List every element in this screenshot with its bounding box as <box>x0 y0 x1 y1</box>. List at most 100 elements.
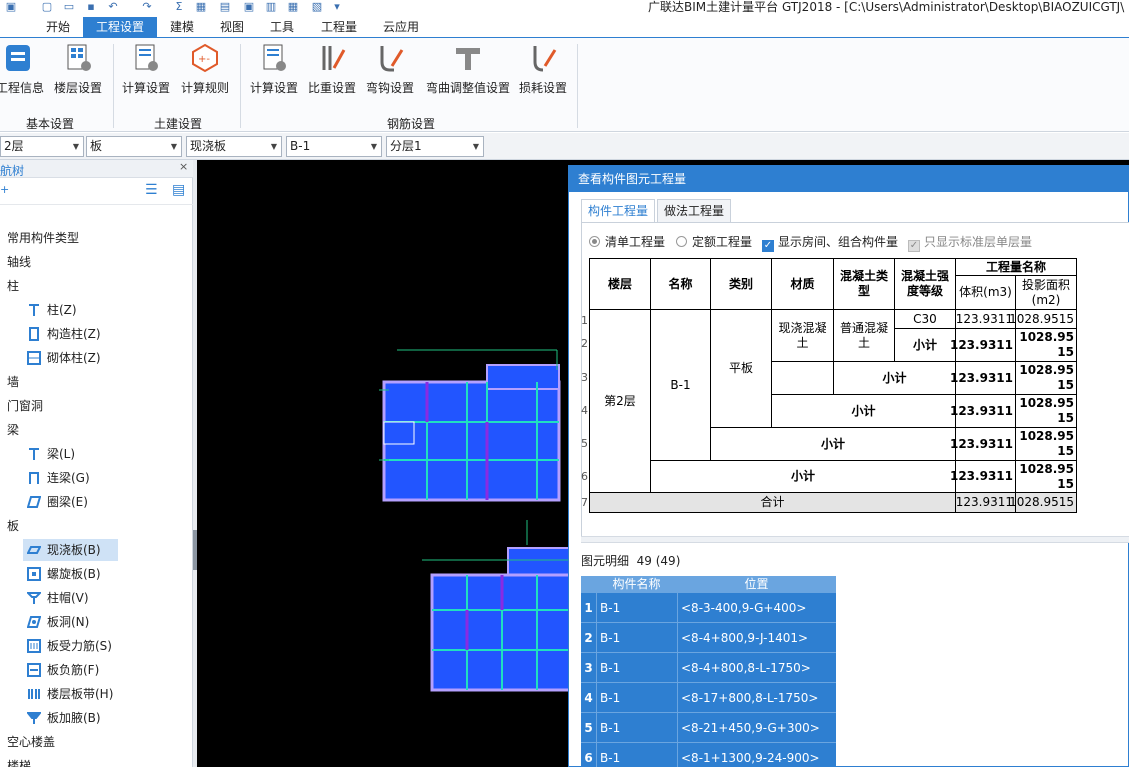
column-cap-icon <box>25 590 43 604</box>
view-icon[interactable]: ▣ <box>242 0 256 14</box>
rebar-calc-settings-button[interactable]: 计算设置 <box>248 42 300 100</box>
cell-total-volume: 123.9311 <box>955 492 1016 513</box>
list-quantity-radio[interactable]: 清单工程量 <box>589 233 665 250</box>
tab-start[interactable]: 开始 <box>33 17 83 37</box>
group-rebar-settings: 钢筋设置 <box>386 117 435 131</box>
tool-icon[interactable]: ▧ <box>310 0 324 14</box>
component-name-select[interactable]: B-1 ▼ <box>286 136 382 157</box>
tab-cloud[interactable]: 云应用 <box>376 17 426 37</box>
new-file-icon[interactable]: ▢ <box>40 0 54 14</box>
nav-item-wall[interactable]: 墙 <box>7 371 19 393</box>
customize-dropdown-icon[interactable]: ▾ <box>330 0 344 14</box>
nav-item-door-window[interactable]: 门窗洞 <box>7 395 43 417</box>
grid-cell-position[interactable]: <8-17+800,8-L-1750> <box>677 683 836 713</box>
grid-cell-name[interactable]: B-1 <box>596 653 677 683</box>
cell-concrete-type: 普通混凝土 <box>833 309 895 362</box>
tab-method-quantity[interactable]: 做法工程量 <box>657 199 731 222</box>
nav-item-link-beam[interactable]: 连梁(G) <box>27 467 90 489</box>
grid-cell-name[interactable]: B-1 <box>596 623 677 653</box>
close-icon[interactable]: × <box>179 160 188 173</box>
nav-item-cast-slab[interactable]: 现浇板(B) <box>23 539 118 561</box>
tab-component-quantity[interactable]: 构件工程量 <box>581 199 655 222</box>
layer-select[interactable]: 分层1 ▼ <box>386 136 484 157</box>
quota-quantity-radio[interactable]: 定额工程量 <box>676 233 752 250</box>
slab-haunch-icon <box>25 710 43 724</box>
spiral-slab-icon <box>27 566 41 581</box>
save-icon[interactable]: ▪ <box>84 0 98 14</box>
cell-total-area: 1028.9515 <box>1009 492 1077 513</box>
app-logo-icon: ▣ <box>5 0 17 13</box>
tab-quantity[interactable]: 工程量 <box>312 17 366 37</box>
grid-cell-name[interactable]: B-1 <box>596 743 677 767</box>
link-beam-icon <box>27 470 41 484</box>
nav-item-slab-main-rebar[interactable]: 板受力筋(S) <box>27 635 112 657</box>
nav-item-slab-negative-rebar[interactable]: 板负筋(F) <box>27 659 99 681</box>
nav-item-stairs[interactable]: 楼梯 <box>7 755 31 767</box>
open-file-icon[interactable]: ▭ <box>62 0 76 14</box>
tab-tools[interactable]: 工具 <box>260 17 304 37</box>
hook-settings-button[interactable]: 弯钩设置 <box>364 42 416 100</box>
floor-settings-button[interactable]: 楼层设置 <box>52 42 104 100</box>
nav-item-column-cap[interactable]: 柱帽(V) <box>25 587 89 609</box>
grid-cell-name[interactable]: B-1 <box>596 713 677 743</box>
quantity-icon[interactable]: ▦ <box>194 0 208 14</box>
grid-cell-position[interactable]: <8-3-400,9-G+400> <box>677 593 836 623</box>
nav-item-floor-band[interactable]: 楼层板带(H) <box>27 683 113 705</box>
floor-settings-icon <box>62 42 94 74</box>
sum-icon[interactable]: Σ <box>172 0 186 14</box>
cell-subtotal-concrete: 小计 <box>833 361 956 395</box>
tab-view[interactable]: 视图 <box>210 17 254 37</box>
list-view-icon[interactable]: ☰ <box>145 182 158 198</box>
add-icon[interactable]: + <box>0 183 9 196</box>
tab-modeling[interactable]: 建模 <box>160 17 204 37</box>
cell-subtotal-name: 小计 <box>650 460 956 493</box>
grid-cell-name[interactable]: B-1 <box>596 683 677 713</box>
nav-item-hollow-floor[interactable]: 空心楼盖 <box>7 731 55 753</box>
bend-adjust-settings-button[interactable]: 弯曲调整值设置 <box>422 42 514 100</box>
show-room-checkbox[interactable]: ✓ 显示房间、组合构件量 <box>762 233 898 252</box>
calc-rules-button[interactable]: +- 计算规则 <box>178 42 232 100</box>
nav-item-beam-group[interactable]: 梁 <box>7 419 19 441</box>
nav-item-beam[interactable]: 梁(L) <box>27 443 75 465</box>
nav-item-constructional-column[interactable]: 构造柱(Z) <box>27 323 101 345</box>
redo-icon[interactable]: ↷ <box>140 0 154 14</box>
nav-item-slab-hole[interactable]: 板洞(N) <box>26 611 89 633</box>
grid-row-number: 3 <box>581 653 596 683</box>
calc-settings-icon <box>130 42 162 74</box>
cell-subtotal-volume: 123.9311 <box>950 460 1016 493</box>
grid-icon[interactable]: ▦ <box>286 0 300 14</box>
nav-item-spiral-slab[interactable]: 螺旋板(B) <box>27 563 101 585</box>
undo-icon[interactable]: ↶ <box>106 0 120 14</box>
loss-settings-button[interactable]: 损耗设置 <box>516 42 570 100</box>
civil-calc-settings-button[interactable]: 计算设置 <box>120 42 172 100</box>
nav-item-axis[interactable]: 轴线 <box>7 251 31 273</box>
check-icon[interactable]: ▥ <box>264 0 278 14</box>
grid-cell-position[interactable]: <8-4+800,8-L-1750> <box>677 653 836 683</box>
header-volume: 体积(m3) <box>955 275 1016 310</box>
grid-cell-name[interactable]: B-1 <box>596 593 677 623</box>
grid-header-name[interactable]: 构件名称 <box>596 576 677 593</box>
nav-item-masonry-column[interactable]: 砌体柱(Z) <box>27 347 101 369</box>
nav-item-slab-haunch[interactable]: 板加腋(B) <box>25 707 101 729</box>
nav-item-ring-beam[interactable]: 圈梁(E) <box>26 491 88 513</box>
floor-select[interactable]: 2层 ▼ <box>0 136 84 157</box>
row-number: 4 <box>581 404 588 417</box>
tree-view-icon[interactable]: ▤ <box>172 182 185 198</box>
nav-item-common-types[interactable]: 常用构件类型 <box>7 227 79 249</box>
nav-item-slab-group[interactable]: 板 <box>7 515 19 537</box>
dialog-splitter[interactable] <box>581 536 1129 543</box>
cell-subtotal-area: 1028.9515 <box>1015 394 1077 428</box>
project-info-button[interactable]: 工程信息 <box>0 42 46 100</box>
component-subtype-select[interactable]: 现浇板 ▼ <box>186 136 282 157</box>
grid-cell-position[interactable]: <8-1+1300,9-24-900> <box>677 743 836 767</box>
grid-header-position[interactable]: 位置 <box>677 576 836 593</box>
report-icon[interactable]: ▤ <box>218 0 232 14</box>
app-window: ▣ ▢ ▭ ▪ ↶ ↷ Σ ▦ ▤ ▣ ▥ ▦ ▧ ▾ 广联达BIM土建计量平台… <box>0 0 1129 767</box>
tab-project-settings[interactable]: 工程设置 <box>83 17 157 37</box>
component-type-select[interactable]: 板 ▼ <box>86 136 182 157</box>
nav-item-column[interactable]: 柱(Z) <box>27 299 77 321</box>
nav-item-column-group[interactable]: 柱 <box>7 275 19 297</box>
grid-cell-position[interactable]: <8-21+450,9-G+300> <box>677 713 836 743</box>
grid-cell-position[interactable]: <8-4+800,9-J-1401> <box>677 623 836 653</box>
density-settings-button[interactable]: 比重设置 <box>306 42 358 100</box>
